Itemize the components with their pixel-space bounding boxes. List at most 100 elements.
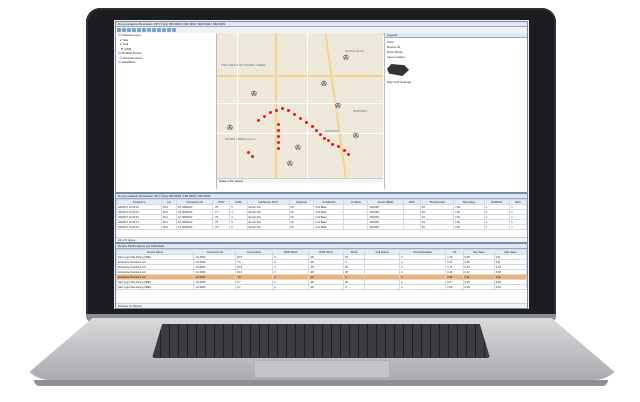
cell-site-icon[interactable]: ✇ <box>321 81 328 88</box>
legend-note: Map Grid Settings <box>387 80 412 84</box>
performance-status: 8 Rows (1 shown) <box>116 303 527 308</box>
route-point[interactable] <box>287 109 290 112</box>
route-point[interactable] <box>257 119 260 122</box>
table-cell: 1 <box>483 224 511 230</box>
route-point[interactable] <box>277 147 280 150</box>
cell-site-icon[interactable]: ✇ <box>295 145 302 152</box>
layer-tree: ☑ Network Layer ✔ Site ✔ Cell ▼ GSM ☑ Me… <box>116 33 217 189</box>
device-shape-icon <box>387 64 409 76</box>
route-point[interactable] <box>319 133 322 136</box>
route-point[interactable] <box>347 153 350 156</box>
layer-icon[interactable] <box>152 28 156 32</box>
highway <box>275 33 277 183</box>
table-cell: Unit Base <box>313 224 345 230</box>
table-cell: 4.7 <box>234 284 274 290</box>
table-cell: 4 <box>399 284 447 290</box>
route-point[interactable] <box>331 143 334 146</box>
locations-window: Drug Locations Downtown (NT) ©(1s) NM 09… <box>115 193 528 243</box>
map-label: THE TRAILS OF POSSE CREEK <box>221 63 266 67</box>
table-cell: 2 <box>272 284 309 290</box>
pan-icon[interactable] <box>137 28 141 32</box>
route-point[interactable] <box>311 125 314 128</box>
route-point[interactable] <box>337 145 340 148</box>
table-cell: 0 <box>343 284 366 290</box>
table-row[interactable]: Sam Lygro NH Aiming (IMEI) 1/1 0000 4.7 2 -0… <box>116 284 527 290</box>
table-row[interactable]: 2/9/2017 10:22:19 30.4 1/1 0060100 -79 5 Sect… <box>116 224 527 230</box>
performance-table: Device Name Connection ID Connections SINR … <box>116 249 527 290</box>
cell-site-icon[interactable]: ✇ <box>343 55 350 62</box>
route-point[interactable] <box>323 137 326 140</box>
locations-status: 21 of 9 types <box>116 237 527 242</box>
route-point[interactable] <box>327 139 330 142</box>
help-icon[interactable] <box>172 28 176 32</box>
table-cell: -79 <box>212 224 231 230</box>
cell-site-icon[interactable]: ✇ <box>335 103 342 110</box>
settings-icon[interactable] <box>167 28 171 32</box>
trackpad <box>254 360 390 378</box>
legend-panel: Legend Sites Device ID Drive Route Last … <box>384 33 527 189</box>
map-label: WATKINS <box>325 129 339 133</box>
map-label: RAVEN CREEK HILLS <box>225 137 256 141</box>
laptop-foot <box>34 380 608 386</box>
print-icon[interactable] <box>162 28 166 32</box>
cell-site-icon[interactable]: ✇ <box>251 91 258 98</box>
table-cell: 30.4 <box>160 224 177 230</box>
route-point[interactable] <box>269 111 272 114</box>
route-point[interactable] <box>343 149 346 152</box>
locations-table: Timestamp Lat Connection ID RSSI SINR Cell/Se… <box>116 199 527 230</box>
table-cell: 0.03 <box>493 284 527 290</box>
table-cell: 0.16 <box>462 284 495 290</box>
route-point[interactable] <box>277 135 280 138</box>
measure-icon[interactable] <box>147 28 151 32</box>
table-cell: -08 <box>307 284 345 290</box>
table-cell <box>364 284 401 290</box>
map-window: Drug Locations Downtown (NT) ©(1s) NM 09… <box>115 21 528 193</box>
route-point[interactable] <box>263 115 266 118</box>
route-point[interactable] <box>277 123 280 126</box>
performance-window: Device Performance per Individual Device… <box>115 243 528 309</box>
laptop: Drug Locations Downtown (NT) ©(1s) NM 09… <box>0 0 640 402</box>
street <box>307 33 308 183</box>
route-point[interactable] <box>315 129 318 132</box>
street <box>217 103 383 104</box>
map-view[interactable]: THE TRAILS OF POSSE CREEK PARKWAY RAVEN … <box>217 33 383 183</box>
map-status: Scale 1:51 meters <box>217 178 383 183</box>
street <box>237 33 238 183</box>
map-label: PARKWAY <box>353 109 368 113</box>
route-point[interactable] <box>277 129 280 132</box>
table-cell <box>402 224 421 230</box>
route-point[interactable] <box>275 109 278 112</box>
table-cell <box>343 224 369 230</box>
table-cell: Ch <box>288 224 315 230</box>
table-cell: 1/9/1967 <box>367 224 404 230</box>
map-label: WHITE HILLS <box>345 49 364 53</box>
route-point[interactable] <box>281 107 284 110</box>
table-cell: 49 <box>419 224 455 230</box>
highway <box>217 75 383 77</box>
route-point[interactable] <box>251 155 254 158</box>
refresh-icon[interactable] <box>157 28 161 32</box>
table-cell: 1 <box>509 224 527 230</box>
table-cell: 2/9/2017 10:22:19 <box>116 224 162 230</box>
route-point[interactable] <box>293 113 296 116</box>
table-cell: 1/1 0060100 <box>175 224 214 230</box>
cell-site-icon[interactable]: ✇ <box>353 133 360 140</box>
tree-item[interactable]: ☑ ValueBoss <box>116 60 216 65</box>
cell-site-icon[interactable]: ✇ <box>287 161 294 168</box>
zoom-in-icon[interactable] <box>127 28 131 32</box>
table-cell: 5 <box>229 224 248 230</box>
cell-site-icon[interactable]: ✇ <box>227 125 234 132</box>
zoom-out-icon[interactable] <box>132 28 136 32</box>
keyboard <box>152 324 490 358</box>
legend-item: Last Location <box>387 55 405 59</box>
route-point[interactable] <box>299 117 302 120</box>
table-cell: 0.58 <box>445 284 464 290</box>
table-cell: LTE <box>453 224 485 230</box>
route-point[interactable] <box>305 121 308 124</box>
table-cell: Sam Lygro NH Aiming (IMEI) <box>116 284 195 290</box>
select-icon[interactable] <box>142 28 146 32</box>
save-icon[interactable] <box>122 28 126 32</box>
route-point[interactable] <box>247 151 250 154</box>
open-icon[interactable] <box>117 28 121 32</box>
route-point[interactable] <box>277 141 280 144</box>
